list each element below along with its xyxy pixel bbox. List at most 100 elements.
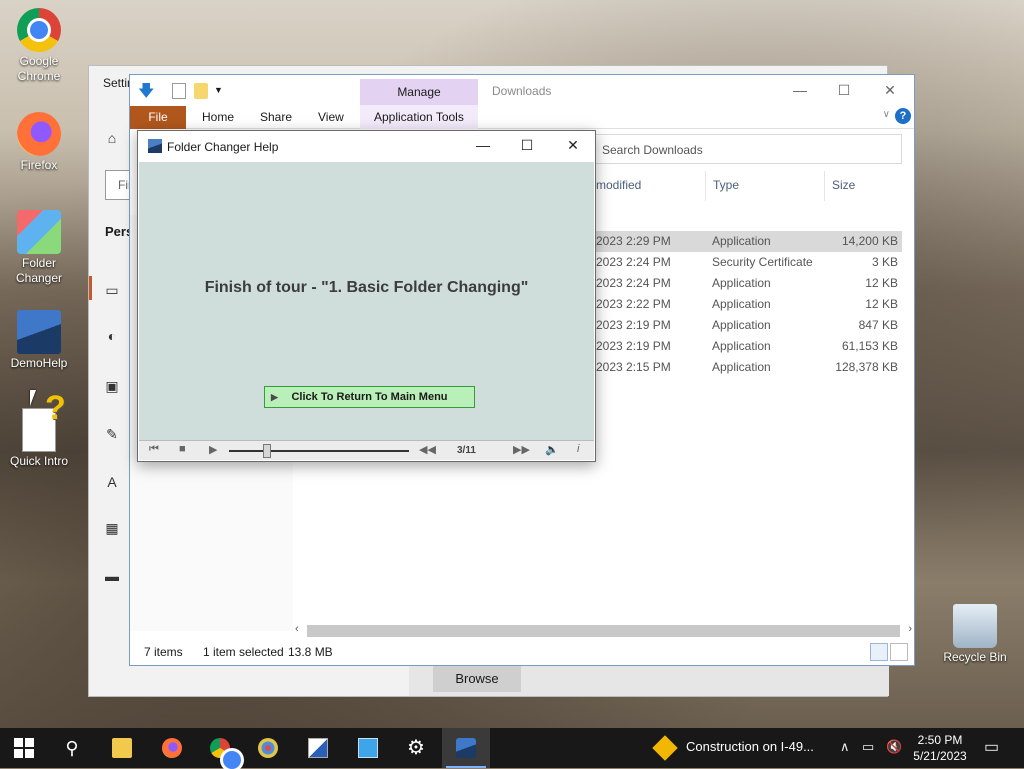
taskbar-settings-icon[interactable]: ▬ [103,568,121,586]
scroll-right-icon[interactable]: › [908,623,912,635]
new-folder-icon[interactable] [194,83,208,99]
help-icon[interactable]: ? [895,108,911,124]
taskbar-demohelp[interactable] [442,728,490,768]
taskbar-paint[interactable] [244,728,292,768]
selection-size: 13.8 MB [288,645,333,659]
play-icon: ▶ [271,392,278,402]
ribbon-expand-icon[interactable]: ∨ [883,109,890,120]
file-row[interactable]: 2023 2:15 PM Application 128,378 KB [590,357,902,378]
clock-date: 5/21/2023 [913,749,967,763]
maximize-button[interactable]: ☐ [824,79,864,101]
clock-time: 2:50 PM [917,733,963,747]
network-icon[interactable]: ▭ [862,739,874,755]
file-size: 128,378 KB [835,360,898,374]
return-to-main-menu-button[interactable]: ▶ Click To Return To Main Menu [264,386,475,408]
news-widget[interactable]: Construction on I-49... [686,739,814,754]
column-header-modified[interactable]: modified [596,178,641,192]
browse-button[interactable]: Browse [433,666,521,692]
column-header-type[interactable]: Type [713,178,739,192]
dialog-close-button[interactable]: ✕ [553,134,593,156]
minimize-button[interactable]: — [780,79,820,101]
close-button[interactable]: ✕ [870,79,910,101]
dialog-maximize-button[interactable]: ☐ [507,134,547,156]
paint-icon [258,738,278,758]
explorer-ribbon: 🡇 ▼ Manage Downloads — ☐ ✕ File Home Sha… [130,75,914,129]
tab-manage[interactable]: Manage [360,79,478,105]
start-button[interactable] [0,728,48,768]
file-row[interactable]: 2023 2:24 PM Application 12 KB [590,273,902,294]
taskbar-chrome[interactable] [196,728,244,769]
taskbar-firefox[interactable] [148,728,196,768]
file-date: 2023 2:15 PM [596,360,671,374]
file-row[interactable]: 2023 2:24 PM Security Certificate 3 KB [590,252,902,273]
stop-icon[interactable]: ■ [179,443,186,455]
tab-home[interactable]: Home [192,106,244,129]
column-header-size[interactable]: Size [832,178,855,192]
desktop-icon-label: Quick Intro [9,454,69,468]
down-arrow-icon[interactable]: 🡇 [138,80,154,100]
file-row[interactable]: 2023 2:29 PM Application 14,200 KB [590,231,902,252]
tab-application-tools[interactable]: Application Tools [364,106,474,129]
notification-icon[interactable]: ▭ [984,737,999,757]
fonts-icon[interactable]: A [103,474,121,492]
media-player-bar: ⏮ ■ ▶ ◀◀ 3/11 ▶▶ 🔈 i [139,440,594,460]
horizontal-scrollbar[interactable]: ‹ › [293,623,914,639]
play-button-icon[interactable]: ▶ [209,443,217,456]
tab-file[interactable]: File [130,106,186,129]
progress-slider[interactable] [229,444,409,458]
desktop-icon-folder-changer[interactable]: Folder Changer [1,210,77,286]
gear-icon: ⚙ [407,737,425,759]
colors-icon[interactable]: ◐ [103,328,121,346]
lock-screen-icon[interactable]: ▣ [103,378,121,396]
details-view-icon[interactable] [870,643,888,661]
file-row[interactable]: 2023 2:19 PM Application 61,153 KB [590,336,902,357]
background-icon[interactable]: ▭ [103,282,121,300]
desktop-icon-chrome[interactable]: Google Chrome [1,8,77,84]
themes-icon[interactable]: ✎ [103,426,121,444]
start-icon[interactable]: ▦ [103,520,121,538]
desktop-icon-label: Recycle Bin [943,650,1007,664]
volume-icon[interactable]: 🔈 [545,443,559,456]
system-clock[interactable]: 2:50 PM 5/21/2023 [910,732,970,764]
quick-intro-icon [22,401,66,452]
show-hidden-icons-icon[interactable]: ∧ [840,739,850,755]
dialog-minimize-button[interactable]: — [463,134,503,156]
info-icon[interactable]: i [577,443,579,455]
windows-logo-icon [14,738,34,758]
chrome-icon [17,8,61,52]
file-explorer-icon [112,738,132,758]
selected-nav-indicator [89,276,92,300]
file-size: 3 KB [871,255,898,269]
desktop-icon-quick-intro[interactable]: Quick Intro [1,401,77,469]
desktop-icon-recycle-bin[interactable]: Recycle Bin [937,604,1013,665]
slider-handle[interactable] [263,444,272,458]
volume-muted-icon[interactable]: 🔇 [886,739,902,755]
large-icons-view-icon[interactable] [890,643,908,661]
chevron-down-icon[interactable]: ▼ [214,85,228,101]
folder-changer-icon [17,210,61,254]
scrollbar-thumb[interactable] [307,625,900,637]
desktop-icon-firefox[interactable]: Firefox [1,112,77,173]
taskbar-app-1[interactable] [294,728,342,768]
news-warning-icon [652,735,678,761]
taskbar-app-2[interactable] [344,728,392,768]
tab-share[interactable]: Share [250,106,302,129]
file-row[interactable]: 2023 2:19 PM Application 847 KB [590,315,902,336]
rewind-icon[interactable]: ◀◀ [419,443,436,456]
search-input[interactable]: Search Downloads [592,134,902,164]
properties-icon[interactable] [172,83,186,99]
tab-view[interactable]: View [308,106,354,129]
scroll-left-icon[interactable]: ‹ [295,623,299,635]
file-row[interactable]: 2023 2:22 PM Application 12 KB [590,294,902,315]
fast-forward-icon[interactable]: ▶▶ [513,443,530,456]
taskbar-explorer[interactable] [98,728,146,768]
desktop-icon-demohelp[interactable]: DemoHelp [1,310,77,371]
file-type: Application [712,318,771,332]
taskbar: ⚲ ⚙ Construction on I-49... ∧ ▭ 🔇 2:50 P… [0,728,1024,769]
search-button[interactable]: ⚲ [48,728,96,768]
taskbar-settings[interactable]: ⚙ [392,728,440,768]
file-date: 2023 2:22 PM [596,297,671,311]
desktop-background: Google Chrome Firefox Folder Changer DemoH… [0,0,1024,728]
skip-start-icon[interactable]: ⏮ [149,443,159,456]
home-icon[interactable]: ⌂ [103,130,121,148]
